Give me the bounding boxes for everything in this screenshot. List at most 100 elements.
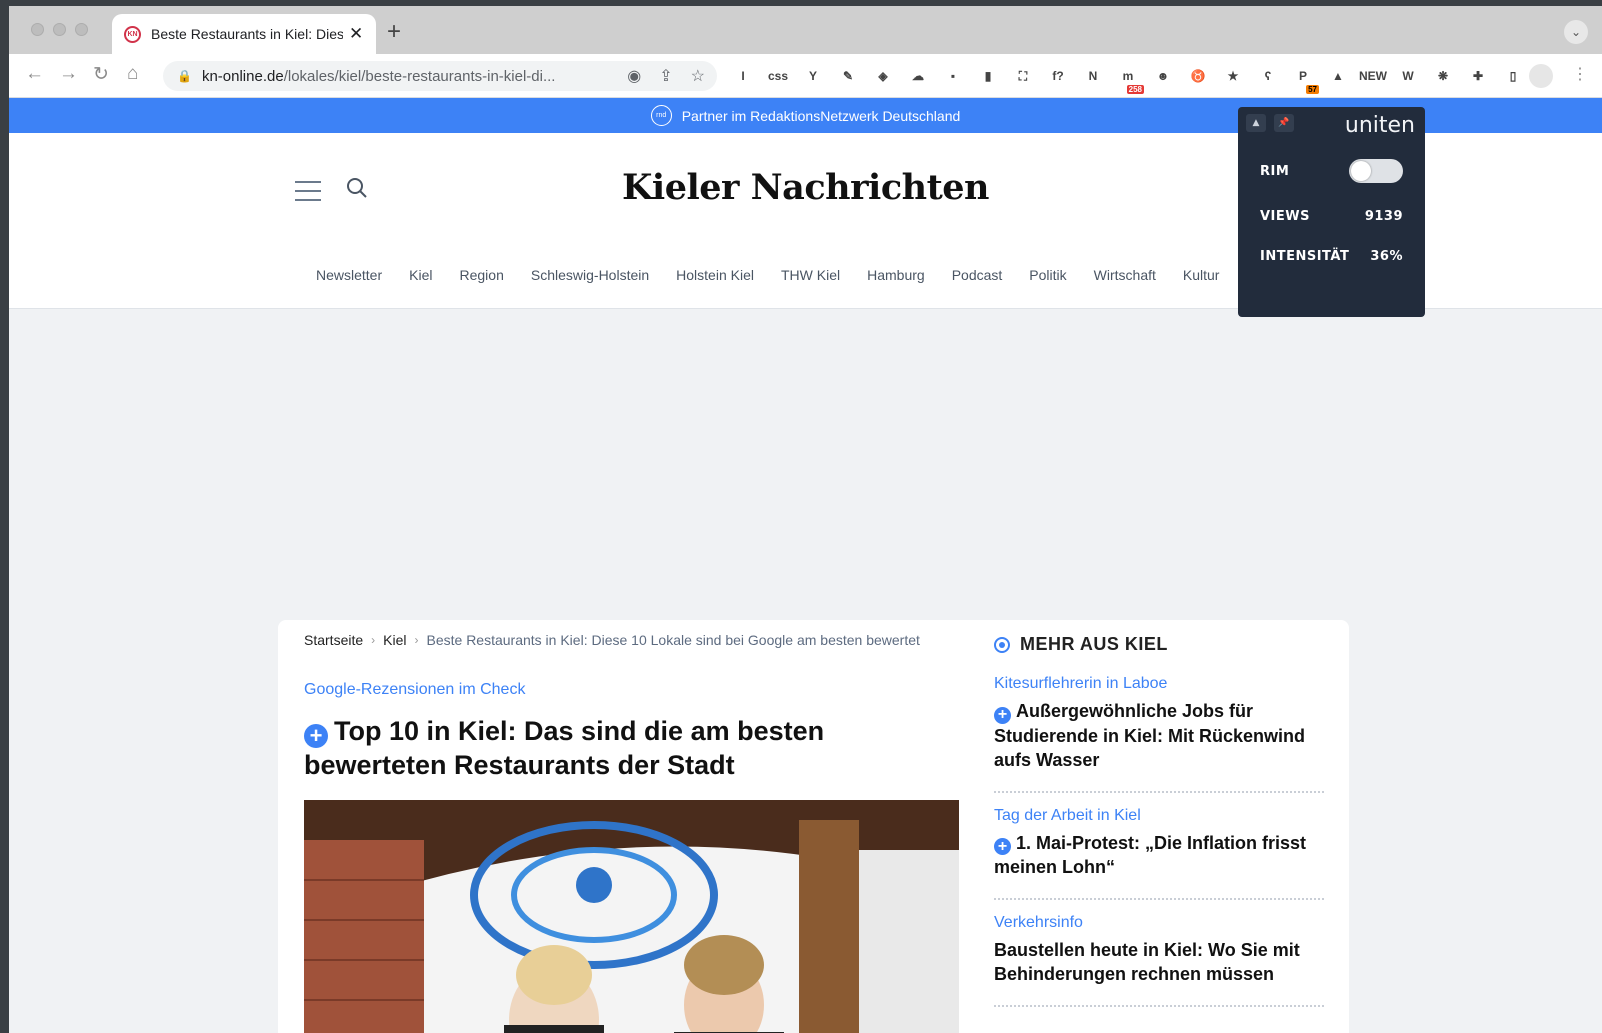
tab-search-chevron-icon[interactable]: ⌄	[1564, 20, 1588, 44]
nav-item-hamburg[interactable]: Hamburg	[867, 267, 925, 283]
collapse-arrow-icon[interactable]: ▲	[1246, 114, 1266, 132]
extension-glyph: m	[1122, 69, 1134, 83]
teaser-kicker: Tag der Arbeit in Kiel	[994, 806, 1141, 824]
forward-arrow-icon[interactable]: →	[59, 63, 78, 85]
teaser-title: Baustellen heute in Kiel: Wo Sie mit Beh…	[994, 940, 1300, 984]
ext-new-icon[interactable]: NEW	[1359, 65, 1387, 87]
browser-toolbar: ← → ↻ ⌂ 🔒 kn-online.de/lokales/kiel/best…	[9, 54, 1602, 98]
sidebar-teaser[interactable]: Kitesurflehrerin in Laboe + Außergewöhnlic…	[994, 655, 1324, 793]
teaser-title-block: Baustellen heute in Kiel: Wo Sie mit Beh…	[994, 938, 1324, 986]
breadcrumb: Startseite › Kiel › Beste Restaurants in…	[304, 632, 920, 648]
url-path: /lokales/kiel/beste-restaurants-in-kiel-…	[283, 67, 556, 85]
ext-star-icon[interactable]: ★	[1221, 65, 1245, 87]
extension-glyph: f?	[1052, 69, 1064, 83]
eye-icon[interactable]: ◉	[627, 66, 641, 86]
profile-avatar[interactable]	[1529, 64, 1553, 88]
active-tab[interactable]: KN Beste Restaurants in Kiel: Diese 10 L…	[112, 14, 376, 54]
extension-glyph: Y	[808, 69, 817, 83]
breadcrumb-chevron-icon: ›	[414, 633, 419, 647]
ext-y-icon[interactable]: Y	[801, 65, 825, 87]
tab-strip: KN Beste Restaurants in Kiel: Diese 10 L…	[9, 6, 1602, 54]
ext-puzzle-icon[interactable]: ✚	[1466, 65, 1490, 87]
extension-badge: 258	[1126, 85, 1144, 94]
ext-bear-icon[interactable]: ʕ	[1256, 65, 1280, 87]
ext-word-icon[interactable]: W	[1396, 65, 1420, 87]
new-tab-button[interactable]: +	[387, 20, 401, 44]
intensity-label: INTENSITÄT	[1260, 249, 1350, 264]
extension-glyph: ▮	[984, 69, 992, 83]
ext-font-icon[interactable]: f?	[1046, 65, 1070, 87]
ext-cup-icon[interactable]: ♉	[1186, 65, 1210, 87]
home-icon[interactable]: ⌂	[127, 63, 138, 85]
intensity-row: INTENSITÄT 36%	[1260, 249, 1403, 264]
back-arrow-icon[interactable]: ←	[25, 63, 44, 85]
extensions-bar: Icss Y ✎ ◈ ☁ ▪ ▮ ⛶ f? Nm 258 ☻ ♉ ★ ʕ P 57 ▲ NEW W ❋ ✚ ▯	[731, 65, 1525, 94]
extension-glyph: css	[767, 69, 789, 83]
close-window-button[interactable]	[31, 23, 44, 36]
extension-glyph: ʕ	[1264, 69, 1272, 83]
ext-ghost-icon[interactable]: ☻	[1151, 65, 1175, 87]
ext-css-icon[interactable]: css	[766, 65, 790, 87]
sidebar-heading: MEHR AUS KIEL	[994, 634, 1324, 655]
ext-cloud-icon[interactable]: ☁	[906, 65, 930, 87]
nav-item-podcast[interactable]: Podcast	[952, 267, 1003, 283]
nav-item-newsletter[interactable]: Newsletter	[316, 267, 382, 283]
ext-m-icon[interactable]: m 258	[1116, 65, 1144, 94]
nav-item-kiel[interactable]: Kiel	[409, 267, 432, 283]
teaser-title-block: + Außergewöhnliche Jobs für Studierende i…	[994, 699, 1324, 772]
menu-kebab-icon[interactable]: ⋮	[1572, 64, 1588, 84]
bookmark-star-icon[interactable]: ☆	[691, 66, 705, 86]
rnd-partner-text: Partner im RedaktionsNetzwerk Deutschlan…	[681, 107, 961, 124]
ext-drive-icon[interactable]: ▲	[1326, 65, 1350, 87]
sidebar-teaser[interactable]: Tag der Arbeit in Kiel +1. Mai-Protest: „…	[994, 793, 1324, 900]
sidebar-heading-text: MEHR AUS KIEL	[1020, 634, 1168, 654]
extension-badge: 57	[1306, 85, 1319, 94]
sidebar-list: Kitesurflehrerin in Laboe + Außergewöhnlic…	[994, 655, 1324, 1007]
ext-sidepanel-icon[interactable]: ▯	[1501, 65, 1525, 87]
ext-red-icon[interactable]: ▮	[976, 65, 1000, 87]
nav-item-schleswig-holstein[interactable]: Schleswig-Holstein	[531, 267, 649, 283]
nav-item-politik[interactable]: Politik	[1029, 267, 1066, 283]
breadcrumb-home[interactable]: Startseite	[304, 632, 363, 648]
extension-glyph: P	[1298, 69, 1307, 83]
rim-toggle[interactable]	[1349, 159, 1403, 183]
nav-item-kultur[interactable]: Kultur	[1183, 267, 1220, 283]
nav-item-thw-kiel[interactable]: THW Kiel	[781, 267, 840, 283]
lock-icon: 🔒	[177, 69, 192, 83]
teaser-title: Außergewöhnliche Jobs für Studierende in…	[994, 701, 1306, 770]
intensity-value: 36%	[1370, 249, 1403, 264]
article-card: Startseite › Kiel › Beste Restaurants in…	[278, 620, 1349, 1033]
url-text: kn-online.de/lokales/kiel/beste-restaura…	[202, 68, 556, 85]
teaser-kicker: Kitesurflehrerin in Laboe	[994, 675, 1168, 692]
share-icon[interactable]: ⇪	[659, 66, 672, 86]
extension-glyph: ✚	[1472, 69, 1484, 83]
address-bar[interactable]: 🔒 kn-online.de/lokales/kiel/beste-restau…	[163, 61, 717, 91]
nav-item-holstein-kiel[interactable]: Holstein Kiel	[676, 267, 754, 283]
pin-icon[interactable]: 📌	[1274, 114, 1294, 132]
extension-glyph: I	[741, 69, 745, 83]
rim-row: RIM	[1260, 159, 1403, 183]
close-tab-icon[interactable]: ✕	[349, 24, 363, 44]
breadcrumb-section[interactable]: Kiel	[383, 632, 406, 648]
nav-item-region[interactable]: Region	[460, 267, 504, 283]
ext-ublock-icon[interactable]: ◈	[871, 65, 895, 87]
ext-stamp-icon[interactable]: ▪	[941, 65, 965, 87]
radio-dot-icon	[994, 636, 1010, 653]
nav-item-wirtschaft[interactable]: Wirtschaft	[1094, 267, 1156, 283]
minimize-window-button[interactable]	[53, 23, 66, 36]
extension-glyph: ✎	[842, 69, 854, 83]
ext-snow-icon[interactable]: ❋	[1431, 65, 1455, 87]
article-hero-image[interactable]	[304, 800, 959, 1033]
ext-eyedropper-icon[interactable]: ✎	[836, 65, 860, 87]
maximize-window-button[interactable]	[75, 23, 88, 36]
ext-p-icon[interactable]: P 57	[1291, 65, 1319, 94]
more-from-kiel-sidebar: MEHR AUS KIEL Kitesurflehrerin in Laboe +…	[994, 634, 1324, 1007]
toggle-knob	[1351, 161, 1371, 181]
ext-notion-icon[interactable]: N	[1081, 65, 1105, 87]
reload-icon[interactable]: ↻	[93, 63, 109, 86]
views-label: VIEWS	[1260, 209, 1310, 224]
omnibox-actions: ◉ ⇪ ☆	[627, 66, 705, 86]
ext-reader-icon[interactable]: I	[731, 65, 755, 87]
ext-screenshot-icon[interactable]: ⛶	[1011, 65, 1035, 87]
sidebar-teaser[interactable]: Verkehrsinfo Baustellen heute in Kiel: Wo…	[994, 900, 1324, 1007]
